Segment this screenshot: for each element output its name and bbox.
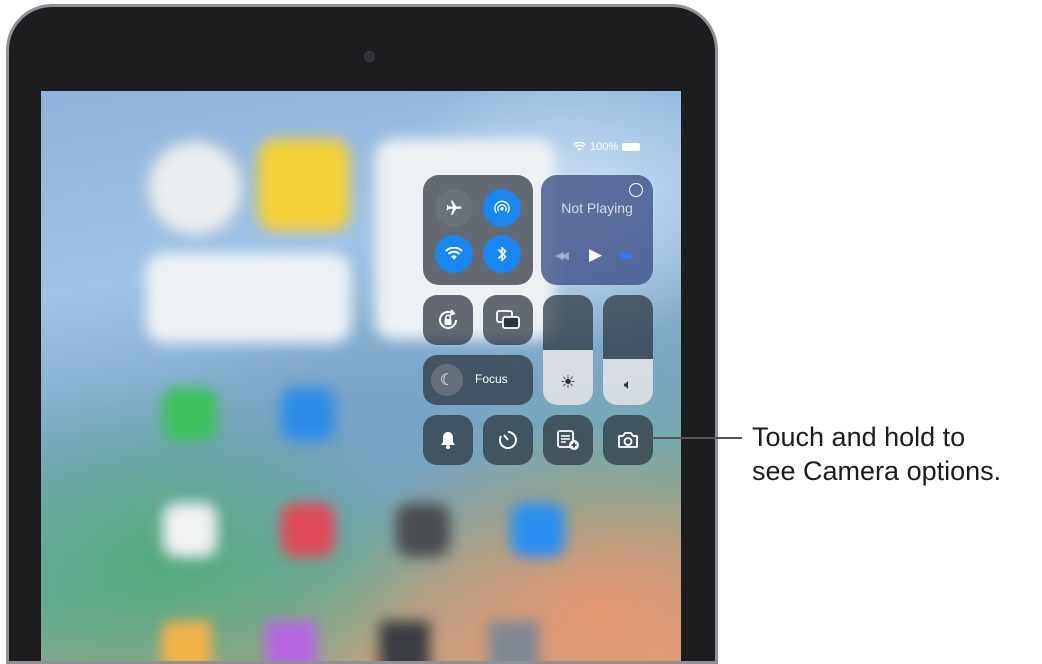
wifi-toggle[interactable] xyxy=(435,235,473,273)
timer-icon xyxy=(498,431,517,449)
airplane-icon xyxy=(446,200,462,215)
bell-icon xyxy=(441,432,455,449)
camera-icon xyxy=(618,432,638,448)
callout-line-2: see Camera options. xyxy=(752,456,1002,486)
screen-mirroring-icon xyxy=(496,310,520,329)
camera-app-icon xyxy=(396,503,450,557)
dock-app-icons xyxy=(161,621,581,661)
volume-slider[interactable]: 🔈︎ xyxy=(603,295,653,405)
connectivity-module xyxy=(423,175,533,285)
notes-widget xyxy=(258,139,350,231)
now-playing-module: Not Playing ◀◀ ▶ ▶▶ xyxy=(541,175,653,285)
photos-app-icon xyxy=(163,503,217,557)
clock-widget xyxy=(146,139,244,237)
music-app-icon xyxy=(281,503,335,557)
play-button[interactable]: ▶ xyxy=(589,245,602,265)
callout-text: Touch and hold to see Camera options. xyxy=(752,420,1001,488)
rewind-button[interactable]: ◀◀ xyxy=(555,249,569,262)
callout-line-1: Touch and hold to xyxy=(752,422,966,452)
bluetooth-toggle[interactable] xyxy=(483,235,521,273)
camera-button[interactable] xyxy=(603,415,653,465)
battery-icon xyxy=(622,143,641,151)
mail-app-icon xyxy=(281,387,335,441)
screen-mirroring-button[interactable] xyxy=(483,295,533,345)
airdrop-icon xyxy=(494,200,510,214)
moon-icon: ☾ xyxy=(431,364,463,396)
wifi-icon xyxy=(445,247,463,260)
airplay-audio-icon[interactable] xyxy=(629,183,643,197)
orientation-lock-button[interactable] xyxy=(423,295,473,345)
status-bar: 100% xyxy=(573,141,641,153)
quick-note-icon xyxy=(557,430,579,450)
focus-button[interactable]: ☾ Focus xyxy=(423,355,533,405)
orientation-lock-icon xyxy=(439,309,457,329)
quick-note-button[interactable] xyxy=(543,415,593,465)
focus-label: Focus xyxy=(475,372,508,386)
airdrop-toggle[interactable] xyxy=(483,189,521,227)
bluetooth-icon xyxy=(497,246,507,262)
timer-button[interactable] xyxy=(483,415,533,465)
fast-forward-button[interactable]: ▶▶ xyxy=(621,249,635,262)
facetime-app-icon xyxy=(163,387,217,441)
sun-icon: ☀ xyxy=(559,372,577,392)
silent-mode-button[interactable] xyxy=(423,415,473,465)
battery-percentage: 100% xyxy=(590,141,619,153)
now-playing-title: Not Playing xyxy=(561,200,633,216)
wifi-icon xyxy=(573,142,586,152)
callout-leader-line xyxy=(650,437,742,439)
airplane-mode-toggle[interactable] xyxy=(435,189,473,227)
ipad-screen: 100% Not Playing ◀◀ ▶ ▶▶ ☀ 🔈︎ ☾ Focus xyxy=(41,91,681,661)
brightness-slider[interactable]: ☀ xyxy=(543,295,593,405)
speaker-icon: 🔈︎ xyxy=(623,376,633,392)
front-camera xyxy=(364,51,375,62)
appstore-app-icon xyxy=(511,503,565,557)
calendar-widget xyxy=(146,253,351,343)
